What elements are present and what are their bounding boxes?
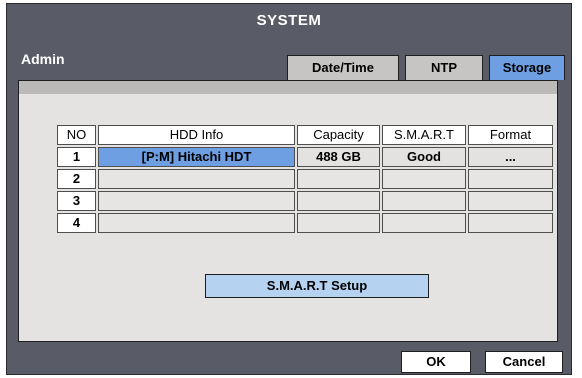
column-header-capacity: Capacity bbox=[297, 125, 380, 145]
format-button[interactable] bbox=[468, 191, 553, 211]
dialog-title: SYSTEM bbox=[256, 12, 322, 29]
format-button[interactable] bbox=[468, 169, 553, 189]
row-number: 3 bbox=[57, 191, 96, 211]
ok-button[interactable]: OK bbox=[401, 351, 471, 373]
row-number: 4 bbox=[57, 213, 96, 233]
column-header-no: NO bbox=[57, 125, 96, 145]
capacity-cell: 488 GB bbox=[297, 147, 380, 167]
column-header-format: Format bbox=[468, 125, 553, 145]
row-number: 1 bbox=[57, 147, 96, 167]
smart-setup-button[interactable]: S.M.A.R.T Setup bbox=[205, 274, 429, 298]
panel-header-strip bbox=[19, 81, 557, 94]
tab-storage[interactable]: Storage bbox=[489, 55, 565, 80]
smart-status-cell bbox=[382, 169, 466, 189]
hdd-info-cell[interactable]: [P:M] Hitachi HDT bbox=[98, 147, 295, 167]
column-header-hdd-info: HDD Info bbox=[98, 125, 295, 145]
row-number: 2 bbox=[57, 169, 96, 189]
smart-status-cell bbox=[382, 213, 466, 233]
smart-status-cell: Good bbox=[382, 147, 466, 167]
user-label: Admin bbox=[21, 51, 65, 67]
smart-status-cell bbox=[382, 191, 466, 211]
hdd-info-cell[interactable] bbox=[98, 169, 295, 189]
tab-ntp[interactable]: NTP bbox=[405, 55, 483, 80]
capacity-cell bbox=[297, 191, 380, 211]
format-button[interactable] bbox=[468, 213, 553, 233]
storage-panel: NO HDD Info Capacity S.M.A.R.T Format 1 … bbox=[18, 80, 558, 342]
capacity-cell bbox=[297, 169, 380, 189]
capacity-cell bbox=[297, 213, 380, 233]
column-header-smart: S.M.A.R.T bbox=[382, 125, 466, 145]
tab-date-time[interactable]: Date/Time bbox=[287, 55, 399, 80]
cancel-button[interactable]: Cancel bbox=[485, 351, 563, 373]
hdd-info-cell[interactable] bbox=[98, 191, 295, 211]
system-dialog: SYSTEM Admin Date/Time NTP Storage NO HD… bbox=[6, 3, 572, 375]
hdd-info-cell[interactable] bbox=[98, 213, 295, 233]
format-button[interactable]: ... bbox=[468, 147, 553, 167]
